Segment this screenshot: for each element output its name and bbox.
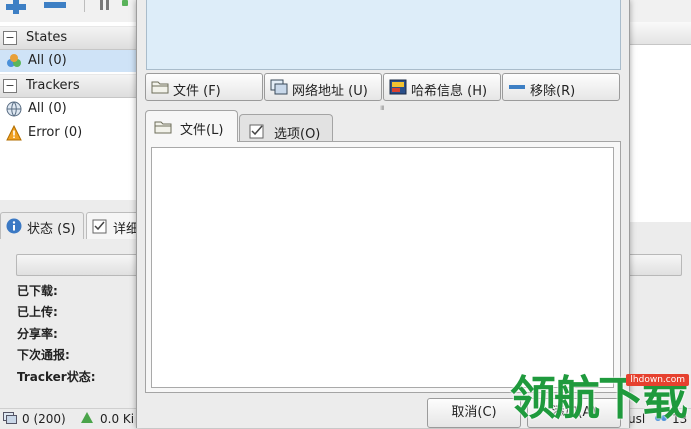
pane-resize-handle[interactable]: ııı xyxy=(380,103,385,112)
add-url-button[interactable]: 网络地址 (U) xyxy=(264,73,382,101)
watermark: 领航下载 lhdown.com xyxy=(508,368,691,428)
collapse-icon[interactable]: − xyxy=(3,79,17,93)
resume-icon[interactable] xyxy=(122,0,128,6)
sidebar-item-trackers-all[interactable]: All (0) xyxy=(0,98,140,120)
sidebar-item-states-all[interactable]: All (0) xyxy=(0,50,140,72)
options-icon xyxy=(249,124,264,139)
sidebar-item-trackers-error[interactable]: Error (0) xyxy=(0,122,140,144)
downloaded-label: 已下载: xyxy=(17,284,58,298)
hash-icon xyxy=(389,79,407,95)
download-speed: 0.0 Ki xyxy=(100,412,135,426)
connections-count: 0 (200) xyxy=(22,412,66,426)
pause-icon[interactable] xyxy=(98,0,112,10)
toolbar-separator xyxy=(84,0,85,12)
cancel-label: 取消(C) xyxy=(451,405,497,420)
files-tab-panel xyxy=(145,141,621,393)
info-icon xyxy=(6,218,22,234)
states-header-label: States xyxy=(26,30,68,45)
add-hash-label: 哈希信息 (H) xyxy=(411,84,488,99)
ratio-label: 分享率: xyxy=(17,327,58,341)
add-url-label: 网络地址 (U) xyxy=(292,84,368,99)
url-icon xyxy=(270,79,288,95)
add-file-button[interactable]: 文件 (F) xyxy=(145,73,263,101)
progress-bar xyxy=(16,254,148,276)
remove-torrent-icon[interactable] xyxy=(44,0,66,10)
collapse-icon[interactable]: − xyxy=(3,31,17,45)
details-icon xyxy=(92,219,107,234)
add-hash-button[interactable]: 哈希信息 (H) xyxy=(383,73,501,101)
states-all-label: All (0) xyxy=(28,53,67,68)
torrent-list[interactable] xyxy=(146,0,621,70)
tracker-status-label: Tracker状态: xyxy=(17,370,96,384)
tab-status[interactable]: 状态 (S) xyxy=(0,212,84,239)
uploaded-label: 已上传: xyxy=(17,305,58,319)
remove-icon xyxy=(509,85,525,89)
folder-icon xyxy=(151,81,169,94)
connections-icon xyxy=(3,412,17,424)
trackers-error-label: Error (0) xyxy=(28,125,83,140)
tab-files-label: 文件(L) xyxy=(180,123,224,138)
sidebar: − States All (0) − Trackers All (0) Erro… xyxy=(0,22,141,200)
remove-button[interactable]: 移除(R) xyxy=(502,73,620,101)
watermark-site: lhdown.com xyxy=(626,374,689,386)
progress-bar-right xyxy=(628,254,682,276)
trackers-all-label: All (0) xyxy=(28,101,67,116)
add-file-label: 文件 (F) xyxy=(173,84,221,99)
states-header[interactable]: − States xyxy=(0,26,140,50)
cancel-button[interactable]: 取消(C) xyxy=(427,398,521,428)
tab-options-label: 选项(O) xyxy=(274,127,321,142)
torrent-list-pane xyxy=(628,22,691,222)
trackers-header-label: Trackers xyxy=(26,78,80,93)
file-tree[interactable] xyxy=(151,147,614,388)
tab-options[interactable]: 选项(O) xyxy=(239,114,333,142)
trackers-header[interactable]: − Trackers xyxy=(0,74,140,98)
add-torrent-icon[interactable] xyxy=(4,0,28,14)
folder-icon xyxy=(154,121,172,134)
remove-label: 移除(R) xyxy=(530,84,576,99)
states-all-icon xyxy=(7,54,21,67)
warning-icon xyxy=(6,125,22,141)
torrent-list-header xyxy=(629,22,691,45)
tab-files[interactable]: 文件(L) xyxy=(145,110,238,142)
tab-status-label: 状态 (S) xyxy=(27,222,76,237)
globe-icon xyxy=(6,101,22,117)
download-speed-icon xyxy=(81,412,93,423)
add-torrents-dialog: 文件 (F) 网络地址 (U) 哈希信息 (H) 移除(R) ııı 文件(L)… xyxy=(136,0,630,428)
next-announce-label: 下次通报: xyxy=(17,348,70,362)
